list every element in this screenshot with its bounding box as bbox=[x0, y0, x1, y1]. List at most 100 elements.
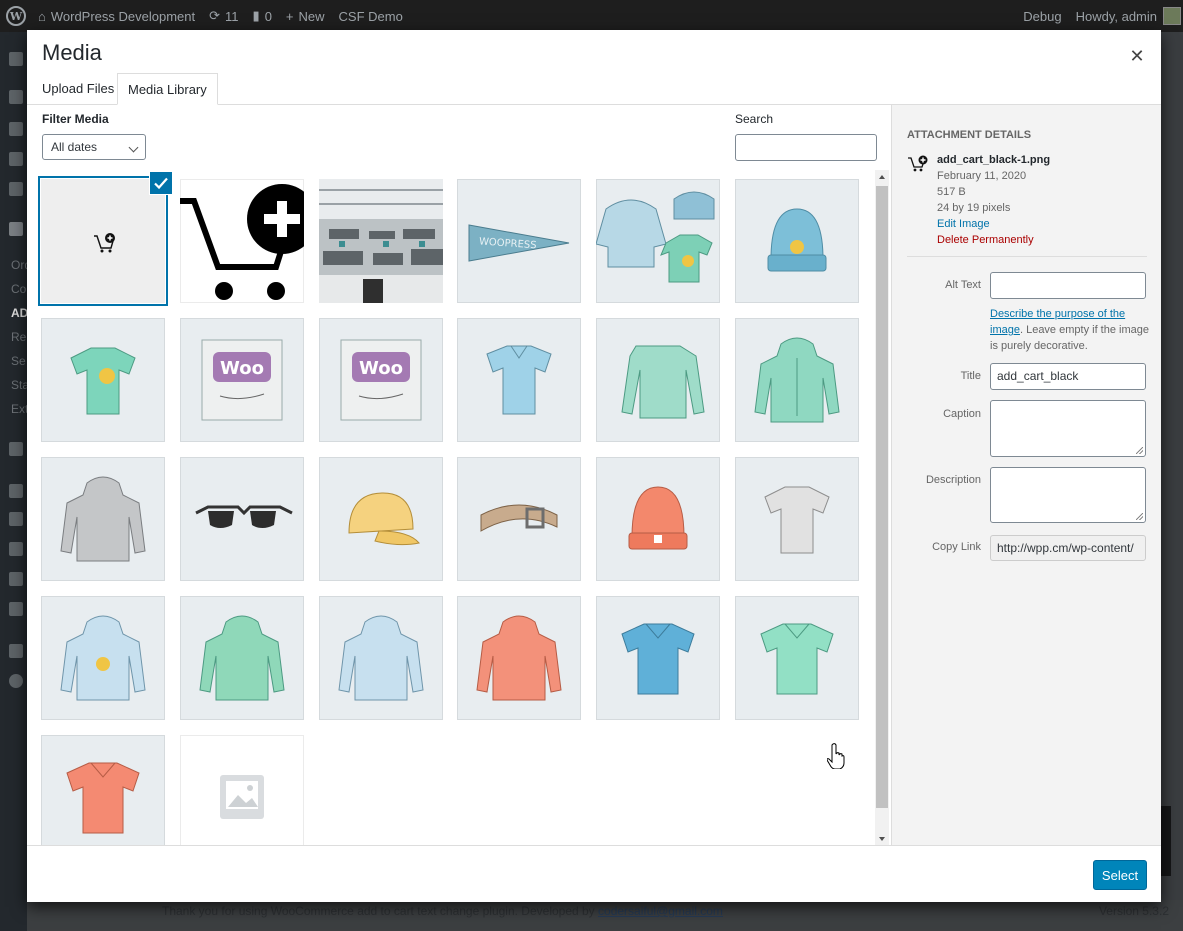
updates-item[interactable]: ⟳ 11 bbox=[209, 8, 238, 24]
scroll-up-icon[interactable] bbox=[879, 175, 885, 179]
csf-demo-item[interactable]: CSF Demo bbox=[339, 9, 403, 24]
attachment-tile[interactable] bbox=[735, 457, 859, 581]
admin-footer: Thank you for using WooCommerce add to c… bbox=[27, 900, 1183, 931]
gear-icon[interactable] bbox=[9, 644, 23, 658]
attachment-tile[interactable] bbox=[596, 179, 720, 303]
menu-fragment[interactable]: Re bbox=[11, 330, 26, 344]
account-item[interactable]: Howdy, admin bbox=[1076, 9, 1157, 24]
menu-fragment[interactable]: AD bbox=[11, 306, 28, 320]
attachment-tile[interactable] bbox=[41, 457, 165, 581]
attachment-tile[interactable] bbox=[180, 735, 304, 846]
delete-permanently-link[interactable]: Delete Permanently bbox=[937, 232, 1050, 248]
menu-fragment[interactable]: Se bbox=[11, 354, 26, 368]
attachment-tile[interactable] bbox=[457, 596, 581, 720]
tab-media-library[interactable]: Media Library bbox=[117, 73, 218, 105]
caption-textarea[interactable] bbox=[990, 400, 1146, 457]
attachment-tile[interactable] bbox=[596, 596, 720, 720]
chevron-down-icon bbox=[128, 142, 139, 153]
debug-item[interactable]: Debug bbox=[1023, 9, 1061, 24]
appearance-icon[interactable] bbox=[9, 484, 23, 498]
csf-demo-label: CSF Demo bbox=[338, 8, 403, 24]
updates-icon: ⟳ bbox=[209, 8, 221, 23]
collapse-menu-icon[interactable] bbox=[9, 674, 23, 688]
dashboard-icon[interactable] bbox=[9, 52, 23, 66]
sunglasses-image bbox=[195, 505, 293, 528]
attachment-tile[interactable]: Woo bbox=[180, 318, 304, 442]
cap-image bbox=[348, 492, 420, 546]
attachment-tile[interactable] bbox=[41, 318, 165, 442]
settings-icon[interactable] bbox=[9, 602, 23, 616]
cart-plus-icon bbox=[94, 233, 115, 253]
scroll-down-icon[interactable] bbox=[879, 837, 885, 841]
search-input[interactable] bbox=[735, 134, 877, 161]
site-name-item[interactable]: ⌂ WordPress Development bbox=[38, 9, 195, 24]
scrollbar-thumb[interactable] bbox=[876, 186, 888, 808]
attachment-details-heading: Attachment Details bbox=[907, 129, 1032, 141]
title-input[interactable]: add_cart_black bbox=[990, 363, 1146, 390]
users-icon[interactable] bbox=[9, 542, 23, 556]
hand-pointer-icon bbox=[827, 743, 845, 769]
comments-item[interactable]: ▮ 0 bbox=[253, 8, 272, 24]
search-label: Search bbox=[735, 112, 774, 126]
album-image: Woo bbox=[340, 339, 422, 421]
attachment-tile[interactable] bbox=[319, 457, 443, 581]
attachment-tile[interactable] bbox=[596, 318, 720, 442]
attachment-tile[interactable] bbox=[319, 596, 443, 720]
attachment-tile[interactable] bbox=[596, 457, 720, 581]
products-icon[interactable] bbox=[9, 442, 23, 456]
hoodie-image bbox=[199, 615, 285, 701]
attachment-tile[interactable] bbox=[735, 596, 859, 720]
attachment-filename: add_cart_black-1.png bbox=[937, 154, 1051, 166]
selected-checkmark[interactable] bbox=[149, 171, 173, 195]
tools-icon[interactable] bbox=[9, 572, 23, 586]
footer-thanks: Thank you for using WooCommerce add to c… bbox=[162, 904, 723, 918]
description-textarea[interactable] bbox=[990, 467, 1146, 523]
plus-icon: + bbox=[285, 8, 294, 24]
attachment-tile[interactable] bbox=[41, 596, 165, 720]
new-content-item[interactable]: + New bbox=[286, 9, 325, 24]
attachment-tile[interactable] bbox=[457, 457, 581, 581]
tshirt-image bbox=[760, 623, 834, 695]
attachment-tile[interactable] bbox=[180, 179, 304, 303]
pin-icon[interactable] bbox=[9, 90, 23, 104]
menu-fragment[interactable]: Co bbox=[11, 282, 26, 296]
alt-text-input[interactable] bbox=[990, 272, 1146, 299]
background-page-edge bbox=[1161, 32, 1183, 900]
media-icon[interactable] bbox=[9, 122, 23, 136]
wordpress-logo-icon[interactable]: W bbox=[6, 6, 26, 26]
edit-image-link[interactable]: Edit Image bbox=[937, 216, 1050, 232]
home-icon: ⌂ bbox=[38, 8, 46, 24]
attachment-tile[interactable] bbox=[41, 735, 165, 846]
date-filter-select[interactable]: All dates bbox=[42, 134, 146, 160]
beanie-image bbox=[767, 208, 827, 272]
attachment-tile[interactable] bbox=[735, 318, 859, 442]
attachment-tile[interactable] bbox=[180, 457, 304, 581]
attachment-tile[interactable] bbox=[457, 318, 581, 442]
belt-image bbox=[480, 504, 558, 532]
album-image: Woo bbox=[201, 339, 283, 421]
hoodie-image bbox=[476, 615, 562, 701]
footer-email-link[interactable]: codersaiful@gmail.com bbox=[598, 904, 723, 918]
close-button[interactable]: ✕ bbox=[1123, 42, 1151, 70]
avatar[interactable] bbox=[1163, 7, 1181, 25]
attachment-tile[interactable] bbox=[735, 179, 859, 303]
woocommerce-icon[interactable] bbox=[9, 222, 23, 236]
attachment-tile[interactable]: Woo bbox=[319, 318, 443, 442]
attachment-tile[interactable] bbox=[180, 596, 304, 720]
attachment-tile[interactable] bbox=[41, 179, 165, 303]
comments-icon[interactable] bbox=[9, 182, 23, 196]
pages-icon[interactable] bbox=[9, 152, 23, 166]
select-button[interactable]: Select bbox=[1093, 860, 1147, 890]
tab-upload-files[interactable]: Upload Files bbox=[32, 73, 124, 104]
copy-link-input[interactable]: http://wpp.cm/wp-content/ bbox=[990, 535, 1146, 561]
attachment-tile[interactable]: WOOPRESS bbox=[457, 179, 581, 303]
attachment-tile[interactable] bbox=[319, 179, 443, 303]
grid-scrollbar[interactable] bbox=[875, 170, 889, 846]
resize-grip-icon[interactable] bbox=[1136, 447, 1143, 454]
filter-media-label: Filter Media bbox=[42, 112, 109, 126]
copy-link-label: Copy Link bbox=[932, 541, 981, 553]
plugins-icon[interactable] bbox=[9, 512, 23, 526]
menu-fragment[interactable]: Ext bbox=[11, 402, 28, 416]
hoodie-image bbox=[338, 615, 424, 701]
resize-grip-icon[interactable] bbox=[1136, 513, 1143, 520]
